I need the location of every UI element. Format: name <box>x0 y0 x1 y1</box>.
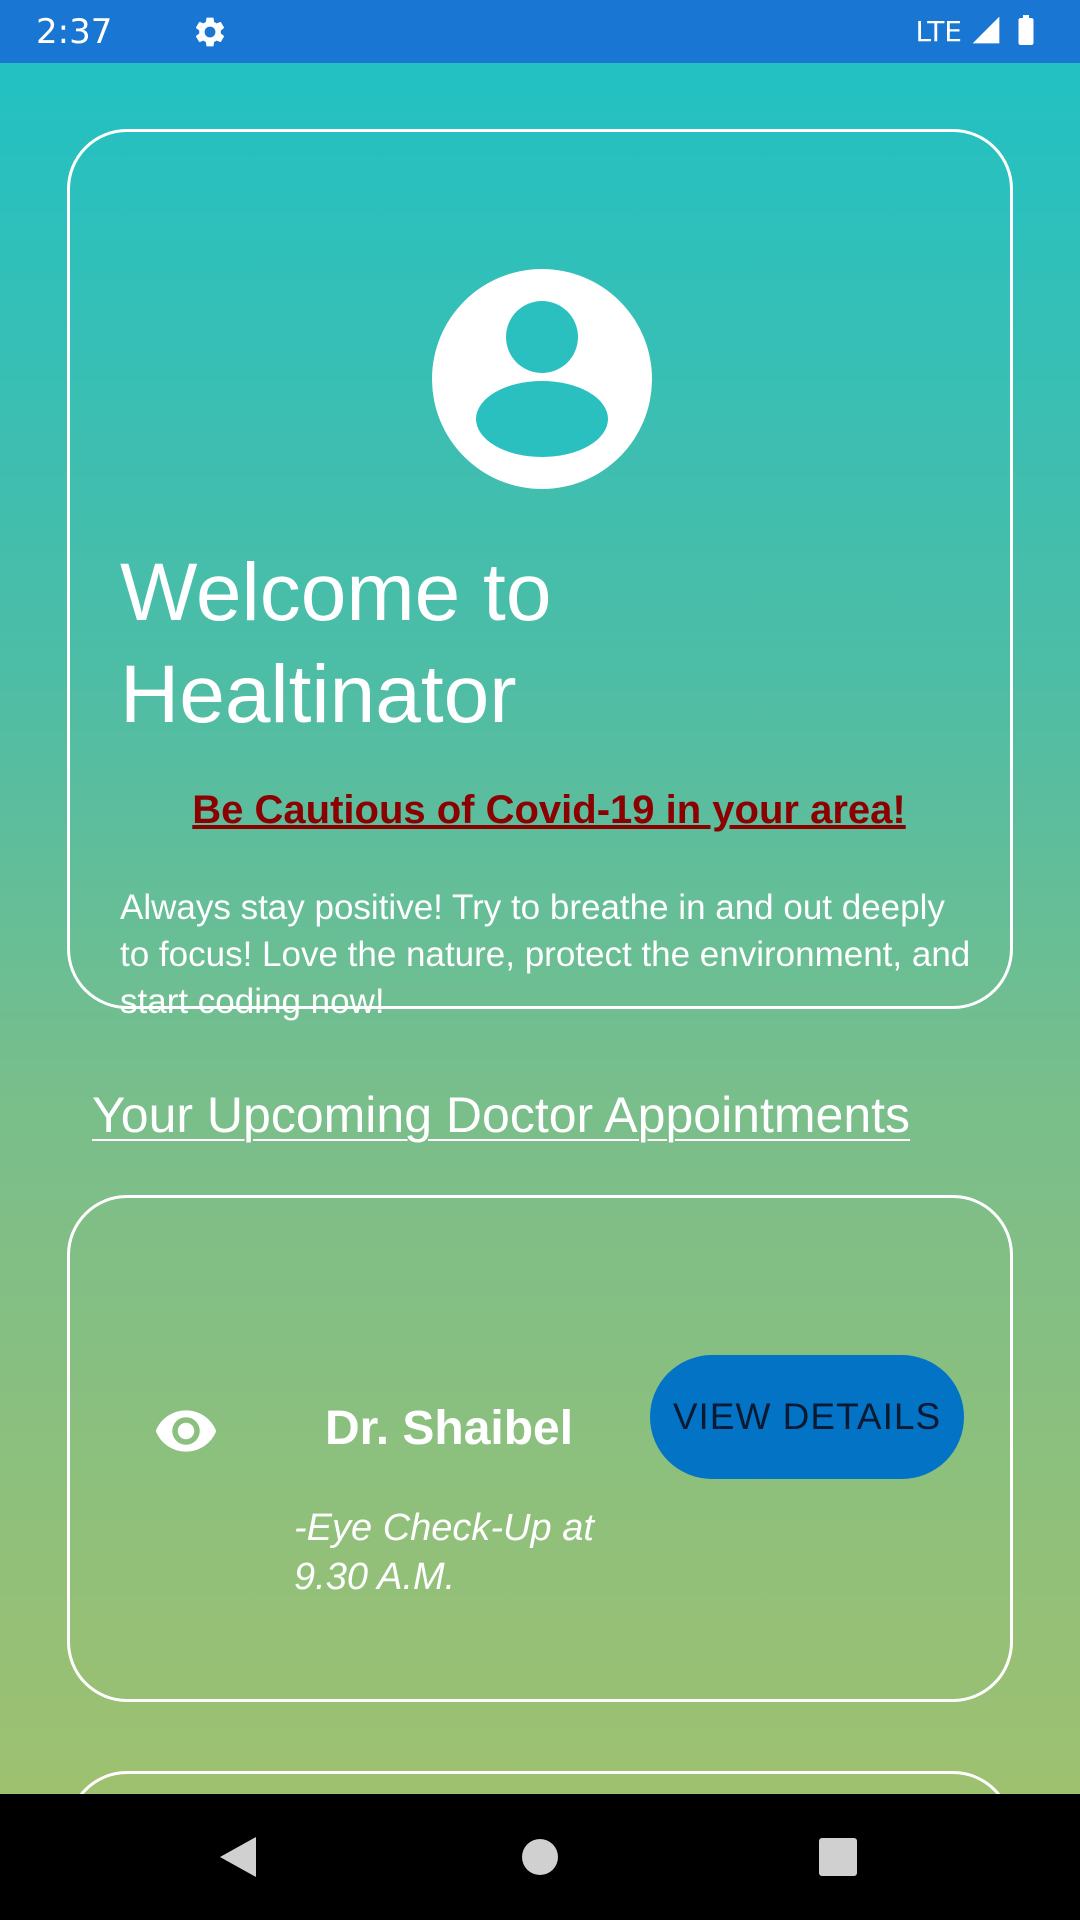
view-details-button[interactable]: VIEW DETAILS <box>650 1355 964 1479</box>
motivation-text: Always stay positive! Try to breathe in … <box>120 888 971 1021</box>
account-circle-icon[interactable] <box>432 269 652 489</box>
welcome-title: Welcome to Healtinator <box>120 547 552 740</box>
appointment-card-next <box>67 1771 1013 1794</box>
main-content[interactable]: Welcome to Healtinator Be Cautious of Co… <box>0 63 1080 1794</box>
navigation-bar <box>0 1794 1080 1920</box>
eye-icon <box>153 1398 219 1464</box>
status-icons: LTE <box>915 12 1044 52</box>
covid-warning-text: Be Cautious of Covid-19 in your area! <box>192 788 906 832</box>
network-type: LTE <box>915 15 962 48</box>
home-icon[interactable] <box>507 1824 573 1890</box>
welcome-card: Welcome to Healtinator Be Cautious of Co… <box>67 129 1013 1021</box>
status-bar: 2:37 LTE <box>0 0 1080 63</box>
recents-icon[interactable] <box>805 1824 871 1890</box>
covid-warning: Be Cautious of Covid-19 in your area! <box>70 788 1010 833</box>
signal-icon <box>970 14 1002 50</box>
status-time: 2:37 <box>36 11 113 52</box>
back-icon[interactable] <box>205 1824 271 1890</box>
appointment-description: -Eye Check-Up at 9.30 A.M. <box>294 1507 594 1598</box>
gear-icon <box>192 14 228 50</box>
appointment-card: Dr. Shaibel VIEW DETAILS -Eye Check-Up a… <box>67 1195 1013 1702</box>
battery-icon <box>1008 12 1044 52</box>
doctor-name: Dr. Shaibel <box>325 1402 574 1455</box>
appointments-section-title: Your Upcoming Doctor Appointments <box>92 1087 911 1143</box>
